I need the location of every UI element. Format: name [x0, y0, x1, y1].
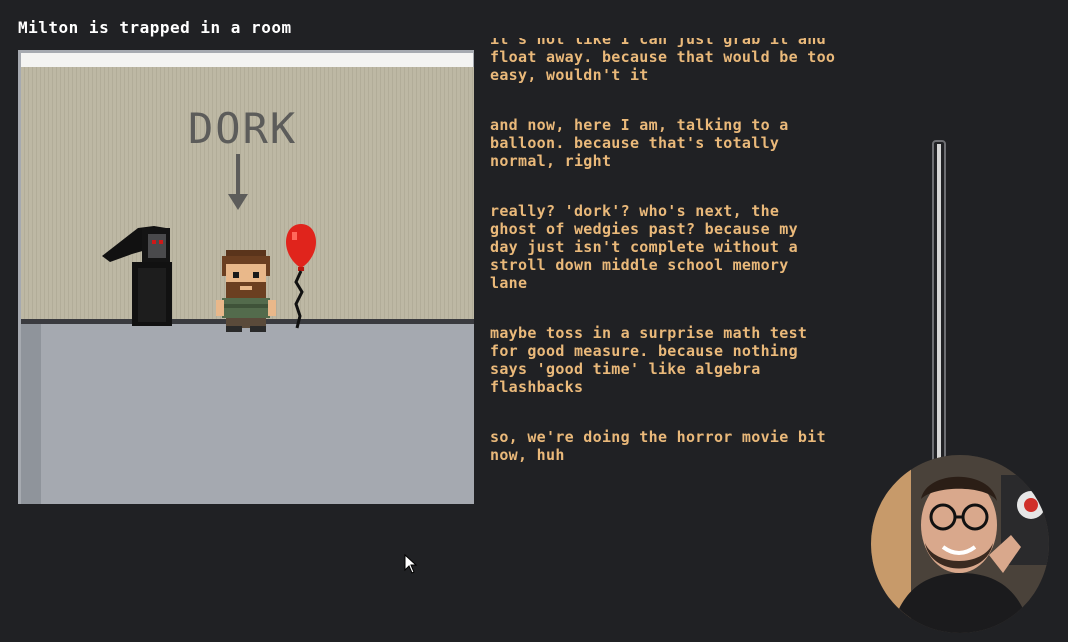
- room-floor: [21, 324, 474, 504]
- balloon-icon[interactable]: [284, 222, 318, 332]
- mouse-cursor-icon: [404, 554, 418, 574]
- transcript-scrollbar[interactable]: [932, 140, 946, 470]
- arrow-down-icon: [228, 154, 248, 210]
- chat-message: and now, here I am, talking to a balloon…: [490, 116, 789, 170]
- reaper-character[interactable]: [102, 224, 174, 326]
- webcam-overlay: [871, 455, 1049, 633]
- chat-message: really? 'dork'? who's next, the ghost of…: [490, 202, 798, 292]
- wall-graffiti: DORK: [188, 104, 298, 153]
- game-topbar: [21, 53, 473, 67]
- chat-message: it's not like I can just grab it and flo…: [490, 38, 836, 84]
- chat-message: so, we're doing the horror movie bit now…: [490, 428, 826, 464]
- chat-message: maybe toss in a surprise math test for g…: [490, 324, 808, 396]
- streamer-avatar: [871, 455, 1049, 633]
- page-title: Milton is trapped in a room: [18, 18, 292, 37]
- milton-character[interactable]: [216, 248, 276, 334]
- floor-shadow: [21, 324, 41, 504]
- game-viewport[interactable]: DORK: [18, 50, 474, 504]
- scrollbar-thumb[interactable]: [937, 144, 941, 466]
- chat-transcript: it's not like I can just grab it and flo…: [490, 38, 930, 498]
